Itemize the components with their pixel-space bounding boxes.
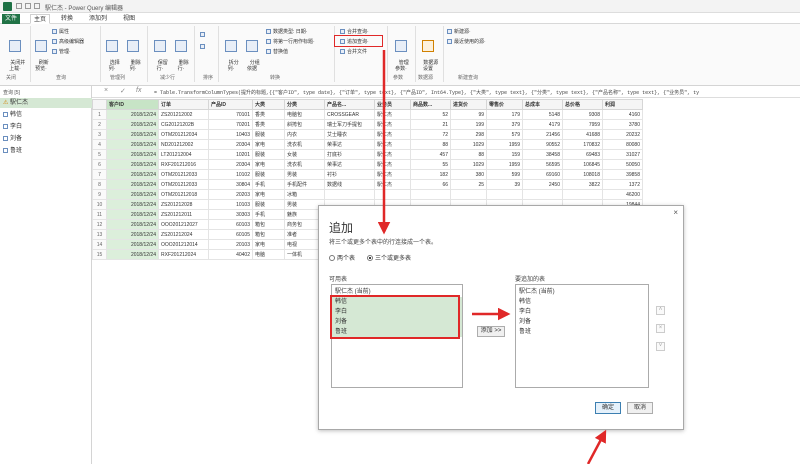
annotation-overlay [377,50,607,464]
annotation-arrow-up [586,429,607,464]
